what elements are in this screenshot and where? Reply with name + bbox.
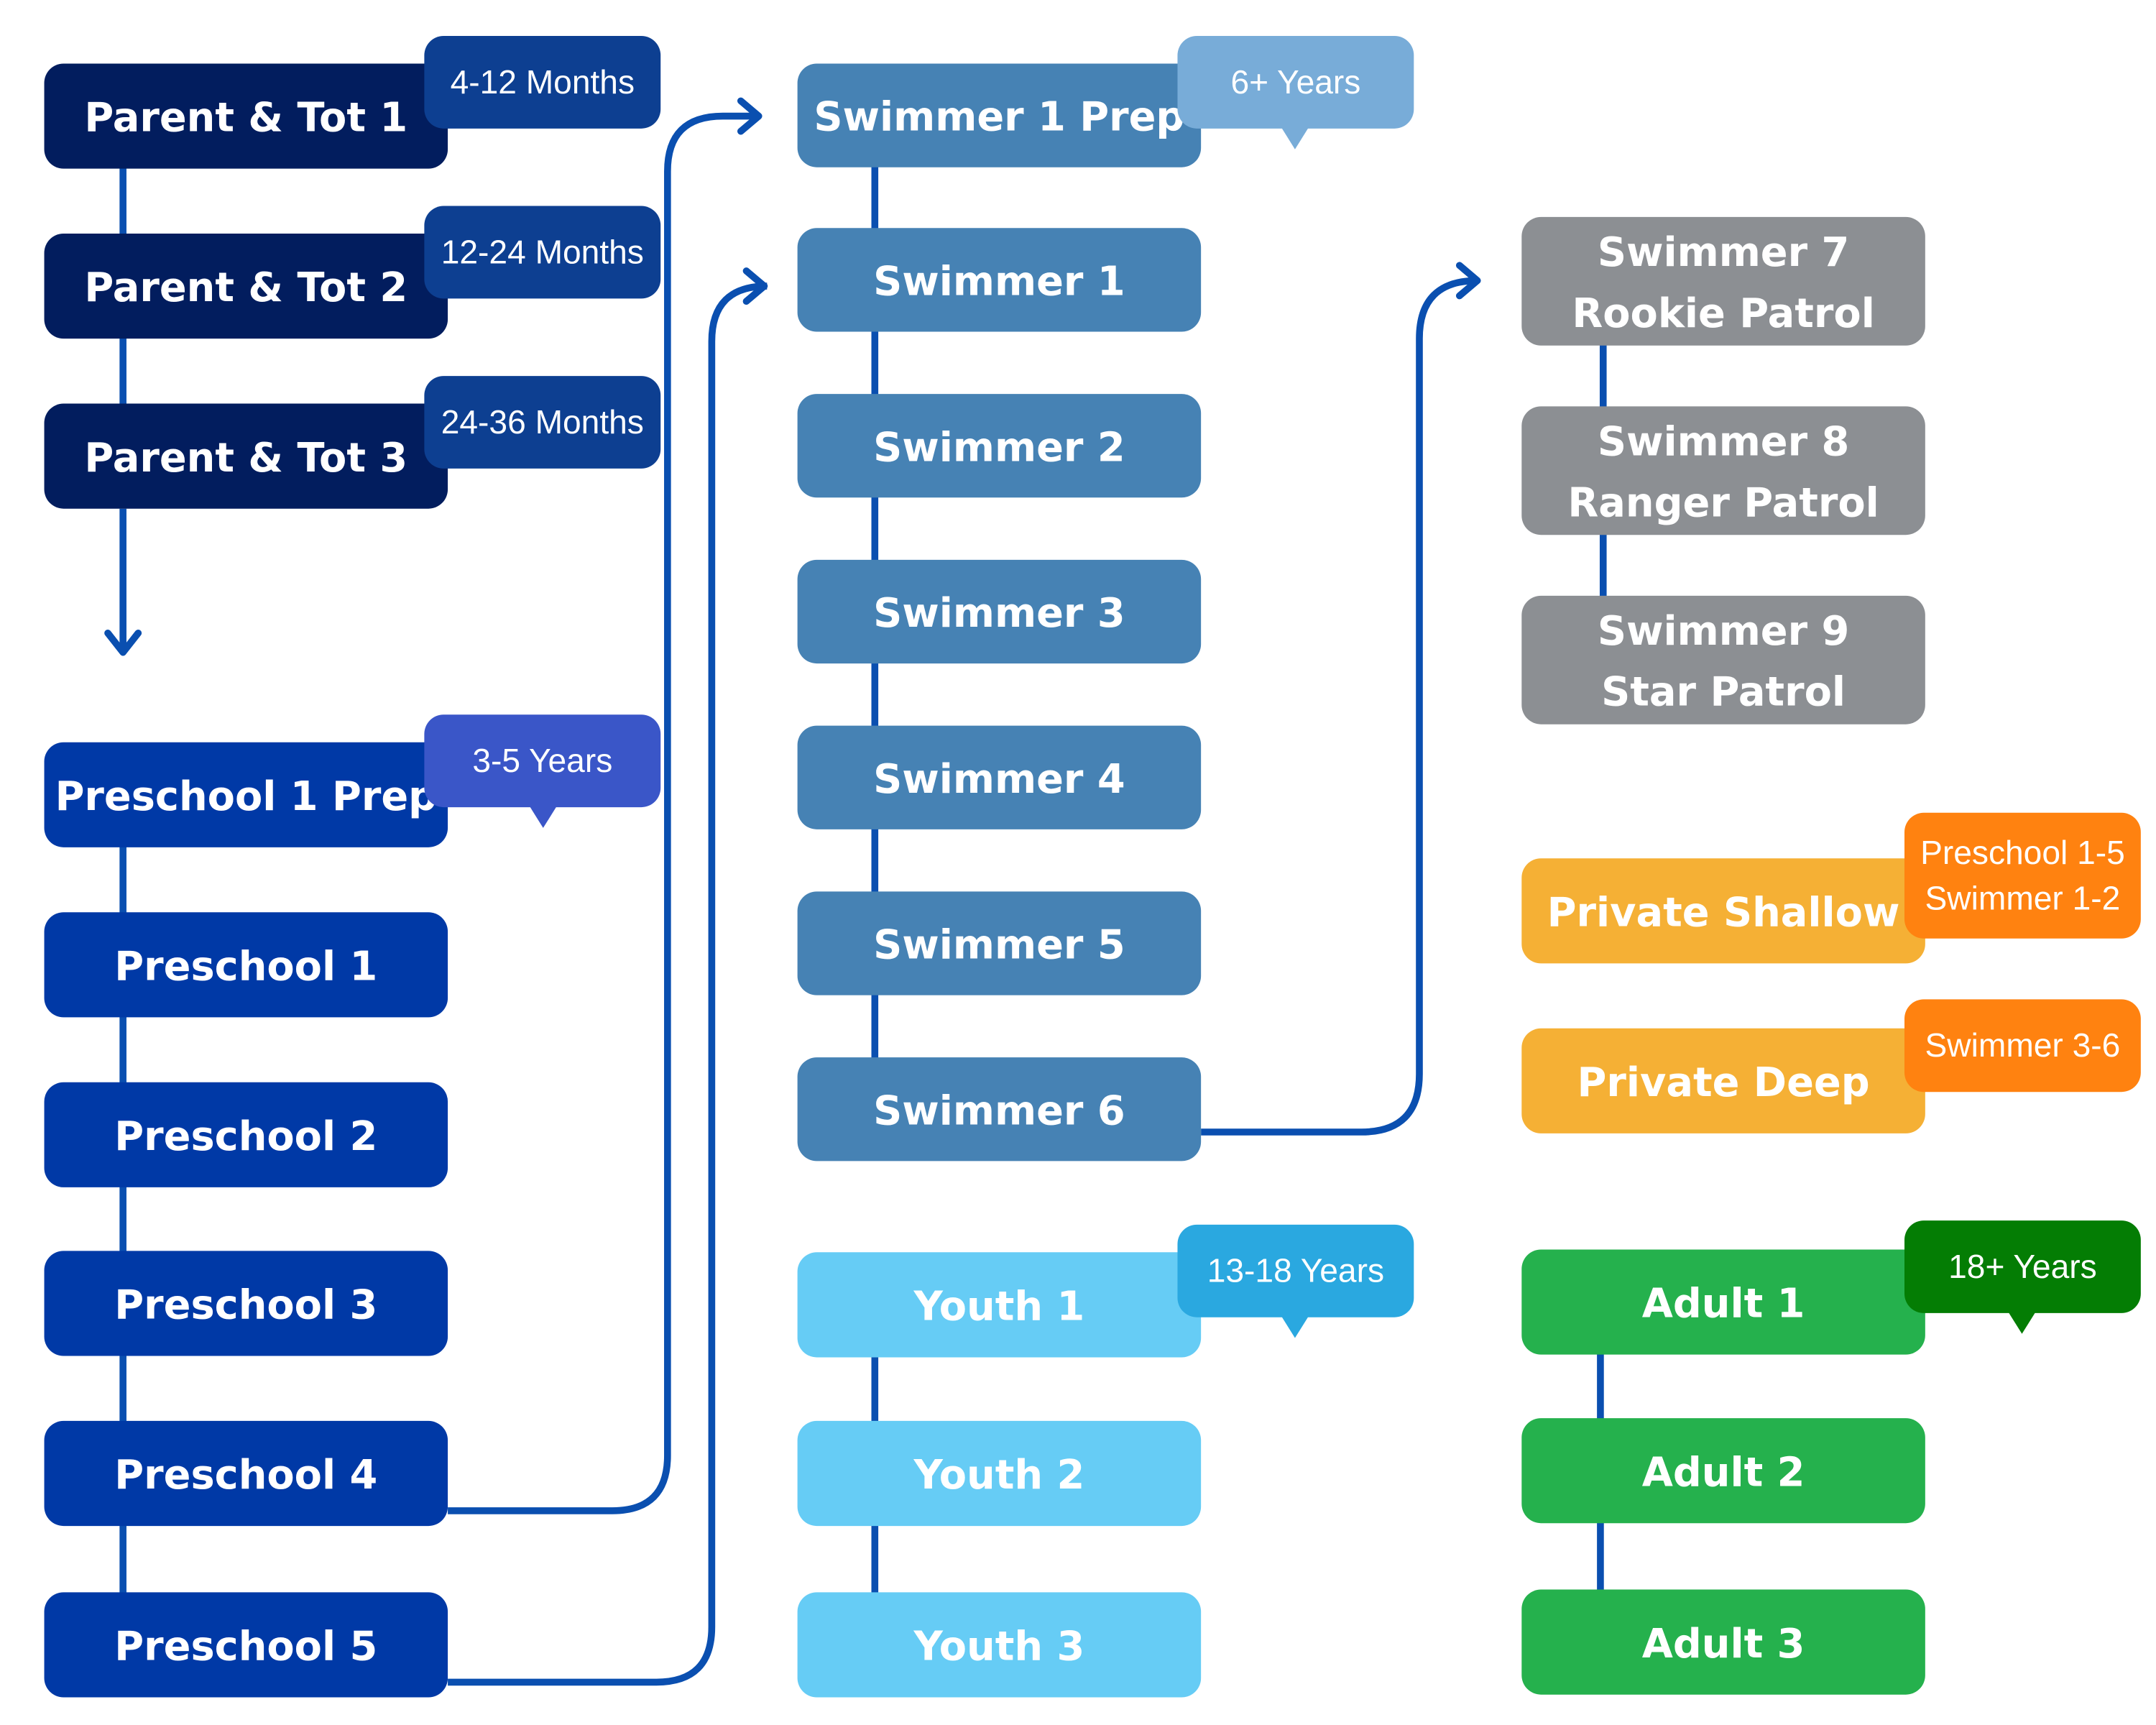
level-label: Swimmer 6 <box>873 1087 1125 1134</box>
level-label: Youth 2 <box>913 1452 1084 1499</box>
age-badge: 6+ Years <box>1177 36 1414 150</box>
age-badge-text: 4-12 Months <box>451 63 635 101</box>
level-label: Private Deep <box>1577 1059 1870 1106</box>
level-label: Adult 1 <box>1642 1281 1805 1328</box>
swim-level-progression-diagram: Parent & Tot 1 4-12 Months Parent & Tot 2 1… <box>44 36 2141 1698</box>
level-label: Adult 2 <box>1642 1449 1805 1496</box>
level-node-youth-2[interactable]: Youth 2 <box>797 1420 1202 1527</box>
level-label: Swimmer 8 <box>1598 419 1849 466</box>
level-node-preschool-1-prep[interactable]: Preschool 1 Prep 3-5 Years <box>44 714 661 847</box>
level-node-preschool-3[interactable]: Preschool 3 <box>44 1251 448 1356</box>
level-node-preschool-4[interactable]: Preschool 4 <box>44 1420 448 1527</box>
badge-pointer-icon <box>529 806 557 828</box>
level-label: Preschool 1 Prep <box>55 773 437 820</box>
swimmer-6-to-swimmer-7-connector <box>1201 277 1478 1136</box>
level-node-swimmer-9-star-patrol[interactable]: Swimmer 9 Star Patrol <box>1521 595 1925 724</box>
age-badge: 24-36 Months <box>424 376 661 469</box>
level-label: Youth 1 <box>913 1284 1084 1330</box>
level-label: Swimmer 1 Prep <box>814 94 1184 141</box>
age-badge-text: 24-36 Months <box>441 403 644 441</box>
level-label: Youth 3 <box>913 1624 1084 1670</box>
level-label: Star Patrol <box>1601 669 1846 716</box>
age-badge-text: 12-24 Months <box>441 233 644 270</box>
level-node-adult-2[interactable]: Adult 2 <box>1521 1418 1925 1524</box>
level-label: Swimmer 7 <box>1598 229 1849 276</box>
age-badge: 18+ Years <box>1904 1220 2141 1334</box>
badge-pointer-icon <box>1281 126 1309 150</box>
preschool-5-to-swimmer-1-connector <box>448 282 768 1686</box>
level-label: Swimmer 2 <box>873 424 1125 471</box>
level-node-swimmer-2[interactable]: Swimmer 2 <box>797 394 1202 498</box>
level-label: Preschool 5 <box>114 1624 377 1670</box>
level-node-private-deep[interactable]: Private Deep Swimmer 3-6 <box>1521 999 2141 1133</box>
age-badge-text: Swimmer 3-6 <box>1925 1026 2121 1064</box>
level-node-youth-1[interactable]: Youth 1 13-18 Years <box>797 1224 1414 1358</box>
level-node-swimmer-1[interactable]: Swimmer 1 <box>797 228 1202 332</box>
level-node-preschool-1[interactable]: Preschool 1 <box>44 912 448 1018</box>
age-badge-text: Preschool 1-5 <box>1920 834 2125 871</box>
level-label: Preschool 3 <box>114 1282 377 1329</box>
level-label: Swimmer 5 <box>873 922 1125 969</box>
age-badge-text: Swimmer 1-2 <box>1925 879 2121 916</box>
level-label: Adult 3 <box>1642 1621 1805 1668</box>
level-label: Swimmer 4 <box>873 756 1125 803</box>
level-node-preschool-5[interactable]: Preschool 5 <box>44 1592 448 1698</box>
level-label: Swimmer 1 <box>873 259 1125 305</box>
level-label: Private Shallow <box>1547 889 1900 936</box>
level-label: Preschool 4 <box>114 1452 377 1499</box>
level-node-swimmer-1-prep[interactable]: Swimmer 1 Prep 6+ Years <box>797 36 1414 167</box>
level-nodes: Parent & Tot 1 4-12 Months Parent & Tot 2 1… <box>44 36 2141 1698</box>
level-label: Parent & Tot 3 <box>84 435 407 482</box>
age-badge-text: 6+ Years <box>1230 63 1360 101</box>
badge-pointer-icon <box>1281 1315 1309 1338</box>
level-node-youth-3[interactable]: Youth 3 <box>797 1592 1202 1698</box>
level-node-parent-and-tot-1[interactable]: Parent & Tot 1 4-12 Months <box>44 36 661 169</box>
level-node-swimmer-6[interactable]: Swimmer 6 <box>797 1057 1202 1162</box>
level-label: Swimmer 9 <box>1598 608 1849 655</box>
level-label: Rookie Patrol <box>1572 290 1874 337</box>
level-node-parent-and-tot-2[interactable]: Parent & Tot 2 12-24 Months <box>44 206 661 339</box>
age-badge-bg <box>1904 812 2141 939</box>
level-label: Parent & Tot 1 <box>84 95 407 142</box>
badge-pointer-icon <box>2008 1312 2036 1334</box>
level-label: Parent & Tot 2 <box>84 264 407 311</box>
level-node-adult-3[interactable]: Adult 3 <box>1521 1589 1925 1695</box>
level-node-adult-1[interactable]: Adult 1 18+ Years <box>1521 1220 2141 1355</box>
level-node-preschool-2[interactable]: Preschool 2 <box>44 1082 448 1187</box>
level-label: Swimmer 3 <box>873 590 1125 637</box>
age-badge: Preschool 1-5 Swimmer 1-2 <box>1904 812 2141 939</box>
age-badge: 12-24 Months <box>424 206 661 299</box>
age-badge-text: 13-18 Years <box>1207 1252 1384 1289</box>
level-label: Ranger Patrol <box>1567 479 1879 526</box>
age-badge-text: 3-5 Years <box>472 742 612 779</box>
age-badge: Swimmer 3-6 <box>1904 999 2141 1092</box>
age-badge: 3-5 Years <box>424 714 661 828</box>
level-node-swimmer-4[interactable]: Swimmer 4 <box>797 725 1202 829</box>
level-node-swimmer-3[interactable]: Swimmer 3 <box>797 559 1202 664</box>
level-label: Preschool 1 <box>114 943 377 990</box>
level-node-swimmer-8-ranger-patrol[interactable]: Swimmer 8 Ranger Patrol <box>1521 406 1925 535</box>
level-node-swimmer-7-rookie-patrol[interactable]: Swimmer 7 Rookie Patrol <box>1521 216 1925 346</box>
level-node-swimmer-5[interactable]: Swimmer 5 <box>797 891 1202 995</box>
level-node-parent-and-tot-3[interactable]: Parent & Tot 3 24-36 Months <box>44 376 661 509</box>
age-badge-text: 18+ Years <box>1948 1248 2097 1285</box>
age-badge: 13-18 Years <box>1177 1224 1414 1338</box>
level-node-private-shallow[interactable]: Private Shallow Preschool 1-5 Swimmer 1-2 <box>1521 812 2141 964</box>
level-label: Preschool 2 <box>114 1113 377 1160</box>
age-badge: 4-12 Months <box>424 36 661 129</box>
